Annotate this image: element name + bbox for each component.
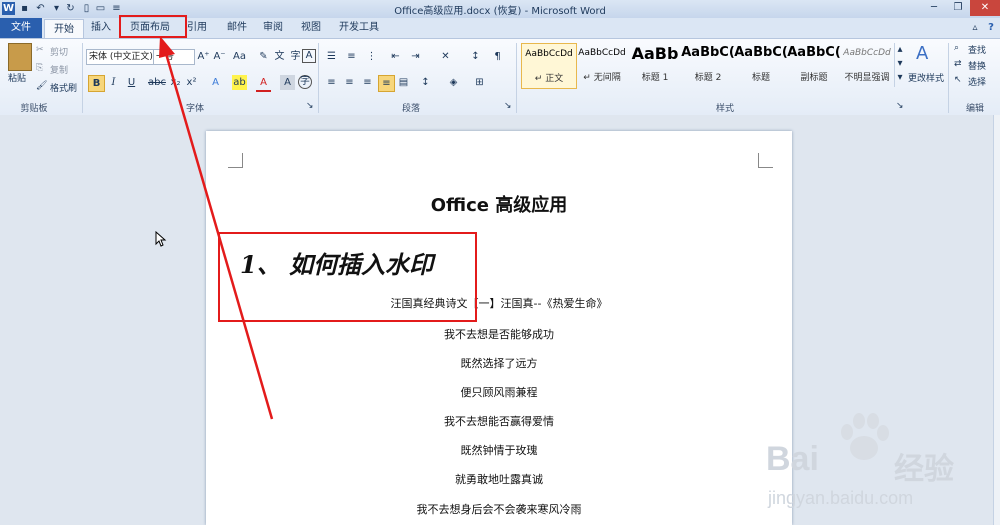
paw-logo-icon	[841, 413, 889, 460]
watermark-brand-2: 经验	[894, 452, 954, 487]
baidu-jingyan-watermark: Bai 经验 jingyan.baidu.com	[760, 410, 1000, 525]
watermark-brand: Bai	[766, 440, 819, 478]
watermark-url: jingyan.baidu.com	[768, 488, 914, 508]
